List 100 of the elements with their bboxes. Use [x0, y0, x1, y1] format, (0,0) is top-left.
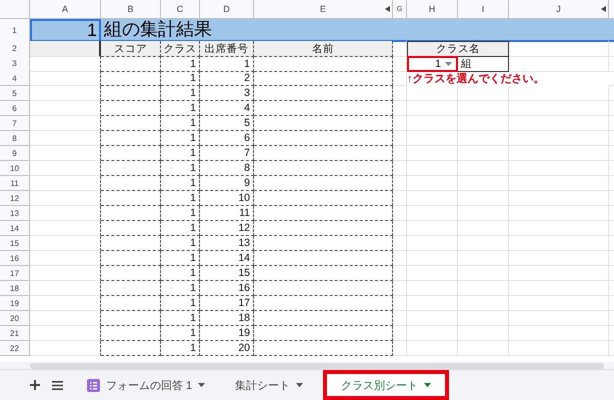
row-number[interactable]: 7 [0, 116, 30, 131]
row-number[interactable]: 19 [0, 296, 30, 311]
table-cell: 7 [200, 146, 254, 161]
table-cell: 14 [200, 251, 254, 266]
column-header[interactable]: E [254, 0, 393, 19]
table-cell [101, 221, 161, 236]
table-cell [101, 146, 161, 161]
row-number[interactable]: 10 [0, 161, 30, 176]
row-number[interactable]: 2 [0, 41, 30, 57]
column-header[interactable]: I [458, 0, 509, 19]
row-number[interactable]: 20 [0, 311, 30, 326]
instruction-note: ↑クラスを選んでください。 [407, 72, 546, 86]
row-number[interactable]: 5 [0, 86, 30, 101]
table-cell: 1 [161, 71, 200, 86]
table-cell [101, 311, 161, 326]
table-cell [101, 281, 161, 296]
table-cell: 1 [161, 176, 200, 191]
table-cell [101, 71, 161, 86]
table-cell: 2 [200, 71, 254, 86]
table-cell [101, 161, 161, 176]
table-cell [101, 341, 161, 356]
sheet-tab[interactable]: 集計シート [225, 373, 314, 397]
table-cell: 12 [200, 221, 254, 236]
column-heading: クラス名 [407, 41, 509, 57]
table-cell [101, 176, 161, 191]
row-number[interactable]: 1 [0, 19, 30, 42]
column-header[interactable]: D [200, 0, 254, 19]
column-header[interactable]: H [407, 0, 458, 19]
table-cell [101, 56, 161, 72]
table-cell: 1 [161, 296, 200, 311]
row-number[interactable]: 4 [0, 71, 30, 86]
row-number[interactable]: 6 [0, 101, 30, 116]
column-header[interactable]: C [161, 0, 200, 19]
row-number[interactable]: 13 [0, 206, 30, 221]
table-cell: 4 [200, 101, 254, 116]
table-cell: 1 [161, 131, 200, 146]
table-cell [101, 191, 161, 206]
caret-icon [296, 382, 304, 388]
form-icon [87, 378, 100, 392]
table-cell: 8 [200, 161, 254, 176]
row-number[interactable]: 16 [0, 251, 30, 266]
table-cell [101, 296, 161, 311]
table-cell: 1 [161, 341, 200, 356]
table-cell: 5 [200, 116, 254, 131]
table-cell [101, 236, 161, 251]
table-cell: 1 [161, 251, 200, 266]
row-number[interactable]: 21 [0, 326, 30, 341]
column-header[interactable]: A [30, 0, 101, 19]
table-cell [101, 86, 161, 101]
table-cell: 1 [161, 56, 200, 72]
table-cell: 1 [161, 311, 200, 326]
sheet-tab[interactable]: クラス別シート [323, 370, 450, 400]
table-cell: 15 [200, 266, 254, 281]
row-number[interactable]: 8 [0, 131, 30, 146]
collapse-arrow-icon[interactable] [385, 6, 390, 12]
table-cell: 1 [161, 326, 200, 341]
table-cell [101, 266, 161, 281]
table-cell [101, 116, 161, 131]
table-cell [101, 101, 161, 116]
caret-icon [445, 62, 452, 66]
table-cell: 16 [200, 281, 254, 296]
table-cell: 1 [161, 161, 200, 176]
column-heading: 出席番号 [200, 41, 254, 57]
table-cell: 10 [200, 191, 254, 206]
column-header[interactable]: B [101, 0, 161, 19]
table-cell [101, 251, 161, 266]
table-cell: 13 [200, 236, 254, 251]
table-cell: 1 [161, 191, 200, 206]
row-number[interactable]: 3 [0, 56, 30, 72]
row-number[interactable]: 9 [0, 146, 30, 161]
row-number[interactable]: 15 [0, 236, 30, 251]
column-heading: クラス [161, 41, 200, 57]
table-cell: 9 [200, 176, 254, 191]
table-cell: 17 [200, 296, 254, 311]
column-heading: スコア [101, 41, 161, 57]
corner-cell[interactable] [0, 0, 30, 19]
row-number[interactable]: 22 [0, 341, 30, 356]
row-number[interactable]: 18 [0, 281, 30, 296]
table-cell: 1 [161, 221, 200, 236]
table-cell [101, 326, 161, 341]
table-cell: 11 [200, 206, 254, 221]
class-dropdown[interactable]: 1 [407, 56, 458, 72]
table-cell: 18 [200, 311, 254, 326]
sheet-tab[interactable]: フォームの回答 1 [77, 373, 216, 397]
caret-icon [198, 382, 206, 388]
row-number[interactable]: 11 [0, 176, 30, 191]
collapse-arrow-icon[interactable] [601, 6, 606, 12]
table-cell: 1 [161, 266, 200, 281]
row-number[interactable]: 12 [0, 191, 30, 206]
table-cell: 3 [200, 86, 254, 101]
table-cell: 6 [200, 131, 254, 146]
column-header[interactable]: J [509, 0, 609, 19]
table-cell [101, 206, 161, 221]
table-cell: 1 [161, 146, 200, 161]
scrollbar[interactable] [30, 362, 604, 368]
row-number[interactable]: 17 [0, 266, 30, 281]
column-heading: 名前 [254, 41, 393, 57]
table-cell: 1 [161, 236, 200, 251]
row-number[interactable]: 14 [0, 221, 30, 236]
table-cell: 1 [161, 86, 200, 101]
